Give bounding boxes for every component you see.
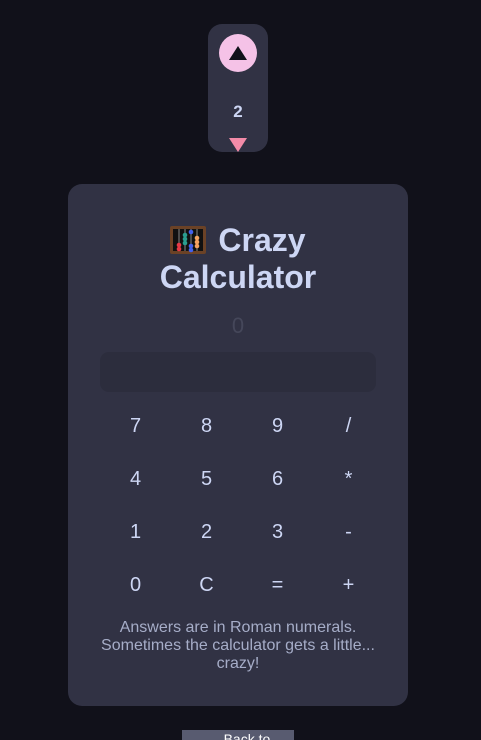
key-5[interactable]: 5 (171, 453, 242, 506)
key-2[interactable]: 2 (171, 506, 242, 559)
key-clear[interactable]: C (171, 559, 242, 612)
key-divide[interactable]: / (313, 400, 384, 453)
key-minus[interactable]: - (313, 506, 384, 559)
title-word-calculator: Calculator (159, 259, 317, 295)
key-equals[interactable]: = (242, 559, 313, 612)
page-title: Crazy Calculator (68, 222, 408, 296)
upvote-button[interactable] (219, 34, 257, 72)
instructions-note: Answers are in Roman numerals. Sometimes… (101, 619, 375, 672)
key-plus[interactable]: + (313, 559, 384, 612)
triangle-down-icon (229, 138, 247, 152)
triangle-up-icon (229, 46, 247, 60)
keypad: 7 8 9 / 4 5 6 * 1 2 3 - 0 C = + (100, 400, 376, 612)
key-6[interactable]: 6 (242, 453, 313, 506)
title-word-crazy: Crazy (218, 222, 306, 258)
key-1[interactable]: 1 (100, 506, 171, 559)
key-9[interactable]: 9 (242, 400, 313, 453)
back-to-gallery-link[interactable]: ← Back to Gallery (182, 730, 294, 740)
key-3[interactable]: 3 (242, 506, 313, 559)
vote-count: 2 (233, 102, 243, 121)
key-8[interactable]: 8 (171, 400, 242, 453)
key-multiply[interactable]: * (313, 453, 384, 506)
abacus-icon (170, 226, 207, 254)
key-7[interactable]: 7 (100, 400, 171, 453)
vote-widget: 2 (208, 24, 268, 152)
key-4[interactable]: 4 (100, 453, 171, 506)
calculator-display: 0 (231, 313, 245, 338)
downvote-button[interactable] (229, 138, 247, 152)
key-0[interactable]: 0 (100, 559, 171, 612)
calculator-card: Crazy Calculator 0 7 8 9 / 4 5 6 * 1 2 3… (68, 184, 408, 706)
result-box (100, 352, 376, 392)
